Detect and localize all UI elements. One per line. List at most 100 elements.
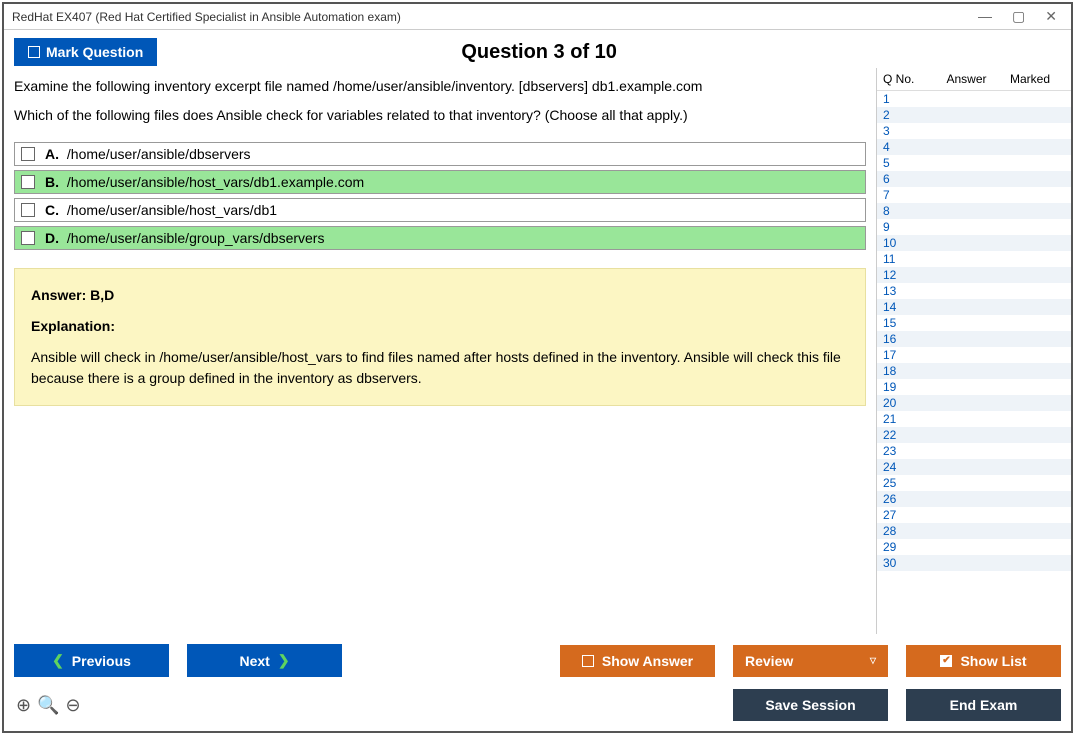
- option-text: D. /home/user/ansible/group_vars/dbserve…: [45, 230, 324, 246]
- question-row-23[interactable]: 23: [877, 443, 1071, 459]
- checkbox-icon: [582, 655, 594, 667]
- row-number: 30: [883, 556, 923, 570]
- row-number: 16: [883, 332, 923, 346]
- question-row-4[interactable]: 4: [877, 139, 1071, 155]
- question-row-7[interactable]: 7: [877, 187, 1071, 203]
- row-number: 29: [883, 540, 923, 554]
- show-list-label: Show List: [960, 653, 1026, 669]
- question-row-17[interactable]: 17: [877, 347, 1071, 363]
- option-text: A. /home/user/ansible/dbservers: [45, 146, 251, 162]
- chevron-right-icon: ❯: [278, 652, 290, 669]
- question-row-3[interactable]: 3: [877, 123, 1071, 139]
- row-number: 27: [883, 508, 923, 522]
- col-answer: Answer: [923, 72, 1010, 86]
- question-row-12[interactable]: 12: [877, 267, 1071, 283]
- question-row-25[interactable]: 25: [877, 475, 1071, 491]
- question-row-2[interactable]: 2: [877, 107, 1071, 123]
- question-list[interactable]: 1234567891011121314151617181920212223242…: [877, 91, 1071, 634]
- option-text: C. /home/user/ansible/host_vars/db1: [45, 202, 277, 218]
- question-row-14[interactable]: 14: [877, 299, 1071, 315]
- option-D[interactable]: D. /home/user/ansible/group_vars/dbserve…: [14, 226, 866, 250]
- question-text-1: Examine the following inventory excerpt …: [14, 76, 866, 97]
- question-row-9[interactable]: 9: [877, 219, 1071, 235]
- previous-label: Previous: [72, 653, 131, 669]
- question-row-22[interactable]: 22: [877, 427, 1071, 443]
- row-number: 2: [883, 108, 923, 122]
- checkbox-icon: [28, 46, 40, 58]
- question-row-11[interactable]: 11: [877, 251, 1071, 267]
- option-A[interactable]: A. /home/user/ansible/dbservers: [14, 142, 866, 166]
- window-title: RedHat EX407 (Red Hat Certified Speciali…: [12, 10, 978, 24]
- show-answer-button[interactable]: Show Answer: [560, 645, 715, 677]
- show-answer-label: Show Answer: [602, 653, 693, 669]
- option-B[interactable]: B. /home/user/ansible/host_vars/db1.exam…: [14, 170, 866, 194]
- question-row-15[interactable]: 15: [877, 315, 1071, 331]
- option-C[interactable]: C. /home/user/ansible/host_vars/db1: [14, 198, 866, 222]
- maximize-icon[interactable]: ▢: [1012, 8, 1025, 25]
- row-number: 13: [883, 284, 923, 298]
- close-icon[interactable]: ✕: [1045, 8, 1057, 25]
- row-number: 9: [883, 220, 923, 234]
- row-number: 25: [883, 476, 923, 490]
- checkbox-icon: [21, 231, 35, 245]
- explanation-text: Ansible will check in /home/user/ansible…: [31, 347, 849, 389]
- row-number: 5: [883, 156, 923, 170]
- mark-question-label: Mark Question: [46, 44, 143, 60]
- option-text: B. /home/user/ansible/host_vars/db1.exam…: [45, 174, 364, 190]
- question-row-16[interactable]: 16: [877, 331, 1071, 347]
- checkbox-checked-icon: ✔: [940, 655, 952, 667]
- triangle-down-icon: ▽: [870, 656, 876, 665]
- checkbox-icon: [21, 175, 35, 189]
- question-row-1[interactable]: 1: [877, 91, 1071, 107]
- question-row-27[interactable]: 27: [877, 507, 1071, 523]
- question-row-13[interactable]: 13: [877, 283, 1071, 299]
- question-row-10[interactable]: 10: [877, 235, 1071, 251]
- row-number: 26: [883, 492, 923, 506]
- main-content: Examine the following inventory excerpt …: [4, 68, 876, 634]
- question-counter: Question 3 of 10: [157, 41, 1061, 64]
- next-button[interactable]: Next ❯: [187, 644, 342, 677]
- zoom-reset-icon[interactable]: ⊕: [16, 695, 31, 716]
- question-row-28[interactable]: 28: [877, 523, 1071, 539]
- chevron-left-icon: ❮: [52, 652, 64, 669]
- question-row-19[interactable]: 19: [877, 379, 1071, 395]
- show-list-button[interactable]: ✔ Show List: [906, 645, 1061, 677]
- question-row-24[interactable]: 24: [877, 459, 1071, 475]
- row-number: 19: [883, 380, 923, 394]
- minimize-icon[interactable]: —: [978, 8, 992, 25]
- question-row-21[interactable]: 21: [877, 411, 1071, 427]
- zoom-in-icon[interactable]: 🔍: [37, 695, 59, 716]
- question-row-6[interactable]: 6: [877, 171, 1071, 187]
- question-list-sidebar: Q No. Answer Marked 12345678910111213141…: [876, 68, 1071, 634]
- save-session-button[interactable]: Save Session: [733, 689, 888, 721]
- zoom-out-icon[interactable]: ⊖: [66, 695, 81, 716]
- row-number: 22: [883, 428, 923, 442]
- end-exam-label: End Exam: [950, 697, 1018, 713]
- row-number: 7: [883, 188, 923, 202]
- row-number: 12: [883, 268, 923, 282]
- question-row-26[interactable]: 26: [877, 491, 1071, 507]
- titlebar: RedHat EX407 (Red Hat Certified Speciali…: [4, 4, 1071, 30]
- review-button[interactable]: Review ▽: [733, 645, 888, 677]
- explanation-label: Explanation:: [31, 316, 849, 337]
- question-row-30[interactable]: 30: [877, 555, 1071, 571]
- row-number: 18: [883, 364, 923, 378]
- row-number: 23: [883, 444, 923, 458]
- row-number: 11: [883, 252, 923, 266]
- answer-panel: Answer: B,D Explanation: Ansible will ch…: [14, 268, 866, 406]
- question-row-18[interactable]: 18: [877, 363, 1071, 379]
- question-text-2: Which of the following files does Ansibl…: [14, 105, 866, 126]
- end-exam-button[interactable]: End Exam: [906, 689, 1061, 721]
- question-row-29[interactable]: 29: [877, 539, 1071, 555]
- mark-question-button[interactable]: Mark Question: [14, 38, 157, 66]
- next-label: Next: [239, 653, 269, 669]
- row-number: 20: [883, 396, 923, 410]
- checkbox-icon: [21, 147, 35, 161]
- review-label: Review: [745, 653, 793, 669]
- question-row-8[interactable]: 8: [877, 203, 1071, 219]
- previous-button[interactable]: ❮ Previous: [14, 644, 169, 677]
- save-session-label: Save Session: [765, 697, 855, 713]
- question-row-20[interactable]: 20: [877, 395, 1071, 411]
- question-row-5[interactable]: 5: [877, 155, 1071, 171]
- col-qno: Q No.: [883, 72, 923, 86]
